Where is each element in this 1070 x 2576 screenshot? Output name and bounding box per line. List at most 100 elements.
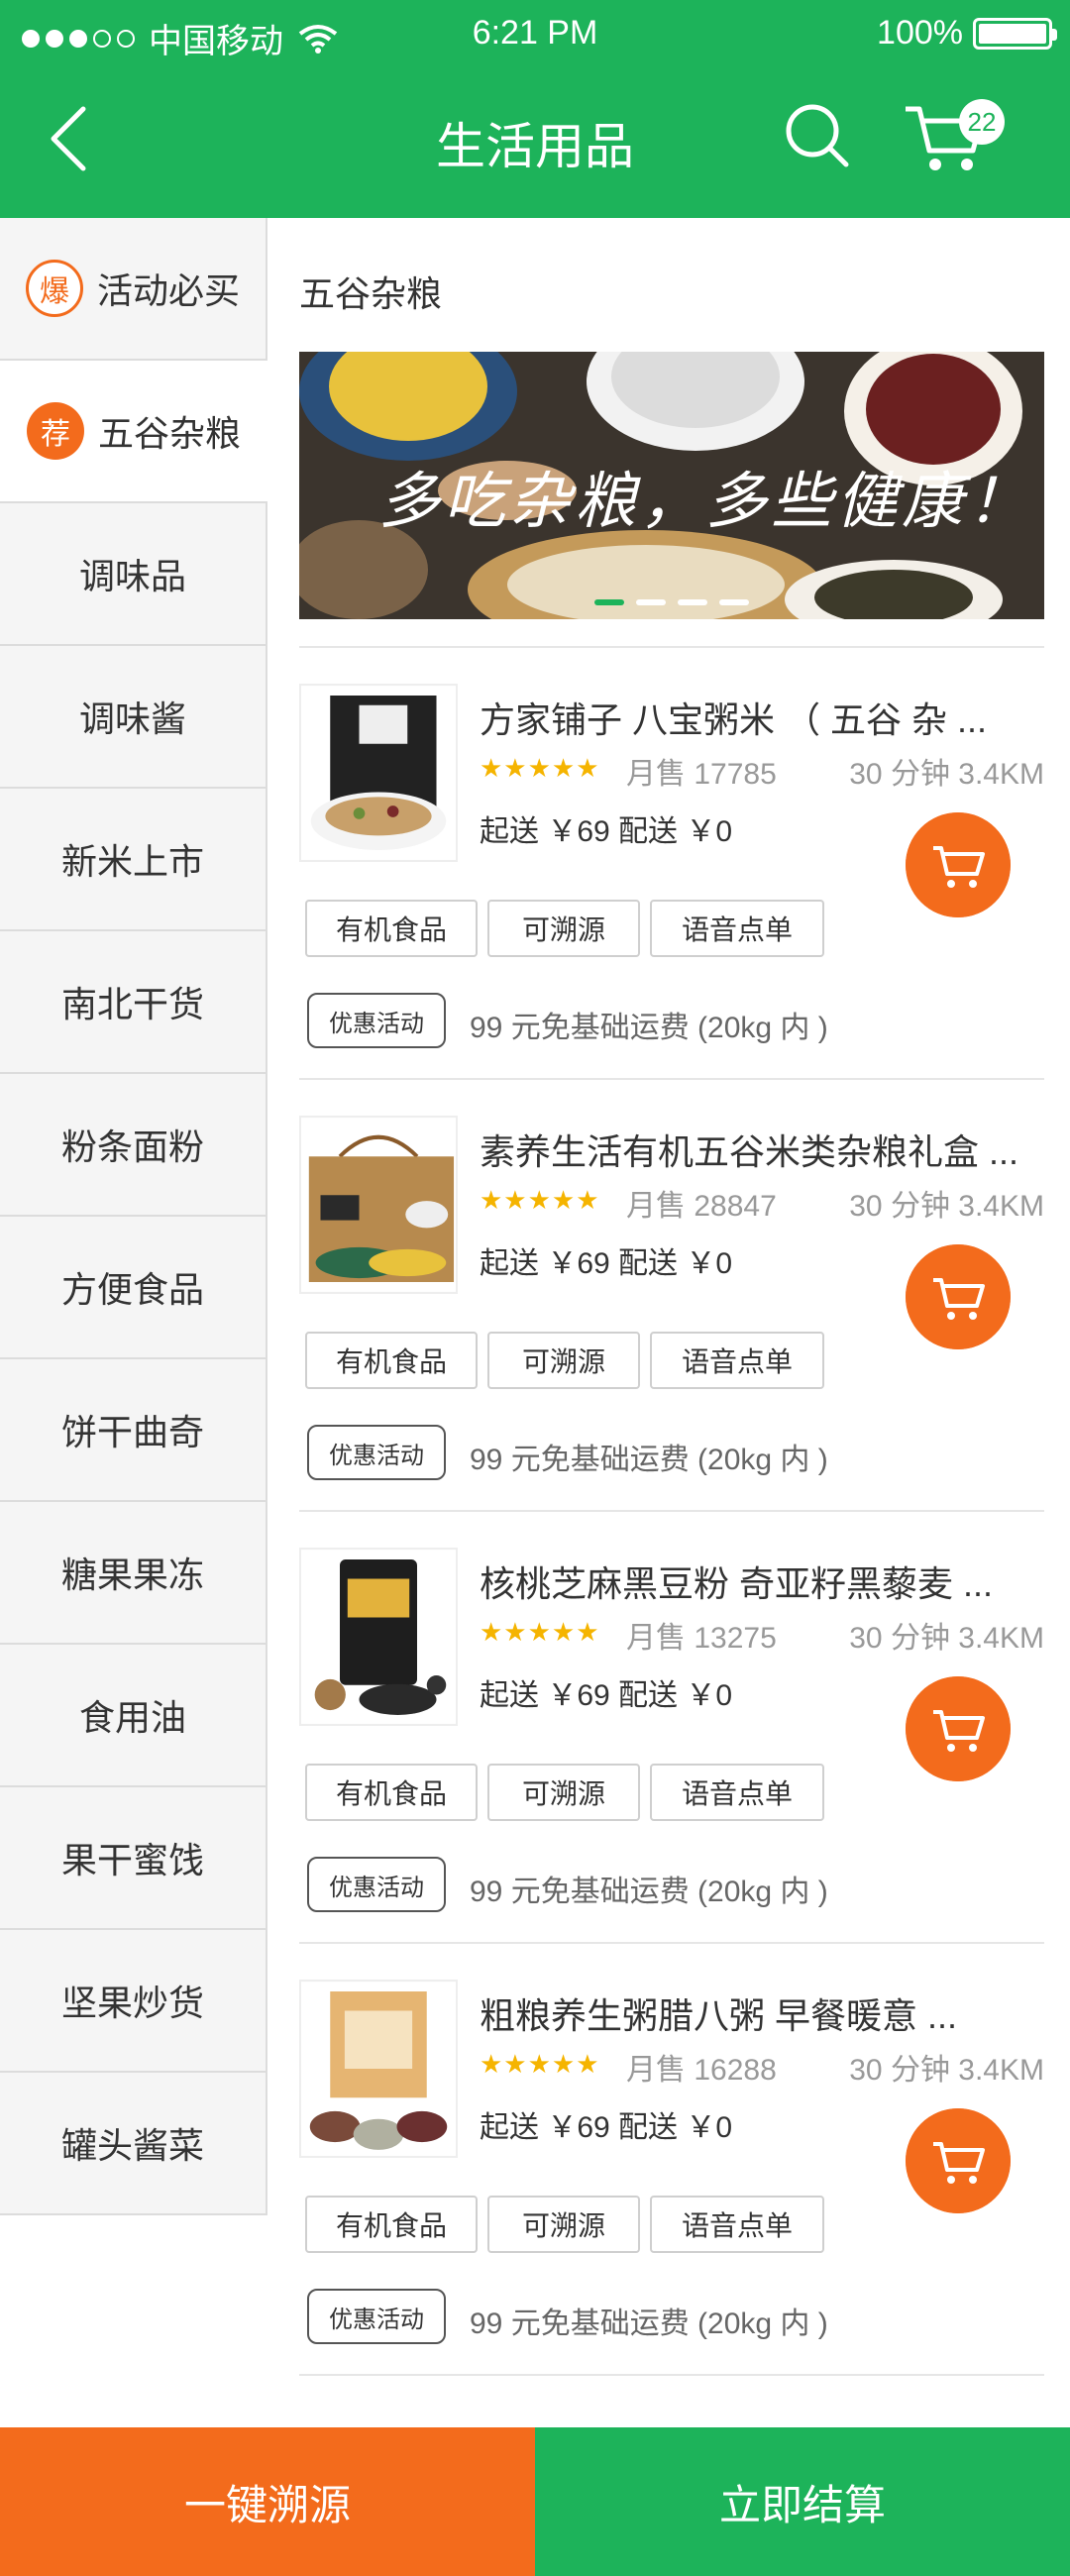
promo-label: 优惠活动 xyxy=(307,2289,446,2344)
delivery-distance: 30 分钟 3.4KM xyxy=(849,2054,1044,2087)
tag-voice-order[interactable]: 语音点单 xyxy=(650,900,824,957)
rating-stars: ★★★★★ xyxy=(480,2049,600,2079)
sidebar-item-seasoning[interactable]: 调味品 xyxy=(0,503,268,646)
monthly-sales: 月售 13275 xyxy=(626,1622,777,1655)
sidebar-item-cooking-oil[interactable]: 食用油 xyxy=(0,1645,268,1787)
tag-voice-order[interactable]: 语音点单 xyxy=(650,1764,824,1821)
sidebar-item-candy-jelly[interactable]: 糖果果冻 xyxy=(0,1502,268,1645)
product-tags: 有机食品 可溯源 语音点单 xyxy=(305,900,824,957)
monthly-sales: 月售 17785 xyxy=(626,758,777,791)
one-click-trace-button[interactable]: 一键溯源 xyxy=(0,2427,535,2576)
sidebar-item-label: 活动必买 xyxy=(96,270,240,311)
status-right: 100% xyxy=(877,14,1057,53)
tag-voice-order[interactable]: 语音点单 xyxy=(650,1332,824,1389)
rating-stars: ★★★★★ xyxy=(480,1185,600,1215)
delivery-distance: 30 分钟 3.4KM xyxy=(849,1190,1044,1223)
delivery-fee: 起送 ￥69 配送 ￥0 xyxy=(480,815,733,848)
delivery-distance: 30 分钟 3.4KM xyxy=(849,1622,1044,1655)
tag-organic[interactable]: 有机食品 xyxy=(305,2196,478,2253)
product-tags: 有机食品 可溯源 语音点单 xyxy=(305,2196,824,2253)
tag-organic[interactable]: 有机食品 xyxy=(305,1764,478,1821)
promo-banner[interactable]: 多吃杂粮，多些健康！ xyxy=(299,352,1044,619)
banner-slogan: 多吃杂粮，多些健康！ xyxy=(378,465,1033,537)
monthly-sales: 月售 28847 xyxy=(626,1190,777,1223)
promo-label: 优惠活动 xyxy=(307,1857,446,1912)
checkout-button[interactable]: 立即结算 xyxy=(535,2427,1070,2576)
monthly-sales: 月售 16288 xyxy=(626,2054,777,2087)
promo-label: 优惠活动 xyxy=(307,1425,446,1480)
category-sidebar: 爆 活动必买 荐 五谷杂粮 调味品 调味酱 新米上市 南北干货 粉条面粉 方便食… xyxy=(0,218,268,2215)
promo-text: 99 元免基础运费 (20kg 内 ) xyxy=(470,1444,828,1476)
sidebar-item-label: 粉条面粉 xyxy=(60,1127,204,1167)
sidebar-item-grains[interactable]: 荐 五谷杂粮 xyxy=(0,361,268,503)
tag-traceable[interactable]: 可溯源 xyxy=(487,2196,640,2253)
product-image xyxy=(299,1548,458,1726)
tag-traceable[interactable]: 可溯源 xyxy=(487,900,640,957)
sidebar-item-label: 南北干货 xyxy=(60,984,204,1024)
tag-organic[interactable]: 有机食品 xyxy=(305,1332,478,1389)
tag-traceable[interactable]: 可溯源 xyxy=(487,1332,640,1389)
add-to-cart-icon[interactable] xyxy=(906,1676,1011,1781)
sidebar-item-activity[interactable]: 爆 活动必买 xyxy=(0,218,268,361)
product-image xyxy=(299,1116,458,1294)
add-to-cart-icon[interactable] xyxy=(906,812,1011,917)
product-card[interactable]: 方家铺子 八宝粥米 （ 五谷 杂 ... ★★★★★ 月售 17785 30 分… xyxy=(299,646,1044,1078)
battery-percent: 100% xyxy=(877,14,963,52)
delivery-distance: 30 分钟 3.4KM xyxy=(849,758,1044,791)
promo-text: 99 元免基础运费 (20kg 内 ) xyxy=(470,2308,828,2340)
sidebar-item-label: 坚果炒货 xyxy=(60,1983,204,2023)
sidebar-item-canned-pickles[interactable]: 罐头酱菜 xyxy=(0,2073,268,2215)
delivery-fee: 起送 ￥69 配送 ￥0 xyxy=(480,2111,733,2144)
product-card[interactable]: 粗粮养生粥腊八粥 早餐暖意 ... ★★★★★ 月售 16288 30 分钟 3… xyxy=(299,1942,1044,2374)
section-title: 五谷杂粮 xyxy=(299,273,443,314)
sidebar-item-instant-food[interactable]: 方便食品 xyxy=(0,1217,268,1359)
battery-icon xyxy=(973,17,1057,50)
product-name[interactable]: 素养生活有机五谷米类杂粮礼盒 ... xyxy=(480,1124,1044,1175)
product-card[interactable]: 核桃芝麻黑豆粉 奇亚籽黑藜麦 ... ★★★★★ 月售 13275 30 分钟 … xyxy=(299,1510,1044,1942)
delivery-fee: 起送 ￥69 配送 ￥0 xyxy=(480,1679,733,1712)
rating-stars: ★★★★★ xyxy=(480,1617,600,1647)
sidebar-item-biscuits[interactable]: 饼干曲奇 xyxy=(0,1359,268,1502)
product-card[interactable]: 素养生活有机五谷米类杂粮礼盒 ... ★★★★★ 月售 28847 30 分钟 … xyxy=(299,1078,1044,1510)
navbar: 生活用品 22 xyxy=(0,79,1070,198)
list-divider xyxy=(299,2374,1044,2376)
sidebar-item-nuts[interactable]: 坚果炒货 xyxy=(0,1930,268,2073)
product-tags: 有机食品 可溯源 语音点单 xyxy=(305,1332,824,1389)
bottom-action-bar: 一键溯源 立即结算 xyxy=(0,2427,1070,2576)
sidebar-item-label: 饼干曲奇 xyxy=(60,1412,204,1452)
promo-label: 优惠活动 xyxy=(307,993,446,1048)
product-name[interactable]: 核桃芝麻黑豆粉 奇亚籽黑藜麦 ... xyxy=(480,1556,1044,1607)
product-image xyxy=(299,1980,458,2158)
tag-organic[interactable]: 有机食品 xyxy=(305,900,478,957)
rating-stars: ★★★★★ xyxy=(480,753,600,783)
sidebar-item-noodles-flour[interactable]: 粉条面粉 xyxy=(0,1074,268,1217)
product-name[interactable]: 方家铺子 八宝粥米 （ 五谷 杂 ... xyxy=(480,692,1044,743)
product-tags: 有机食品 可溯源 语音点单 xyxy=(305,1764,824,1821)
sidebar-item-label: 调味品 xyxy=(78,556,186,596)
cart-count-badge: 22 xyxy=(959,99,1005,145)
sidebar-item-label: 罐头酱菜 xyxy=(60,2125,204,2166)
sidebar-item-label: 五谷杂粮 xyxy=(97,413,241,454)
sidebar-item-label: 调味酱 xyxy=(78,698,186,739)
banner-pagination xyxy=(299,599,1044,605)
sidebar-item-sauce[interactable]: 调味酱 xyxy=(0,646,268,789)
search-icon[interactable] xyxy=(783,101,852,170)
add-to-cart-icon[interactable] xyxy=(906,2108,1011,2213)
promo-text: 99 元免基础运费 (20kg 内 ) xyxy=(470,1012,828,1044)
promo-text: 99 元免基础运费 (20kg 内 ) xyxy=(470,1876,828,1908)
delivery-fee: 起送 ￥69 配送 ￥0 xyxy=(480,1247,733,1280)
sidebar-item-new-rice[interactable]: 新米上市 xyxy=(0,789,268,931)
product-list: 方家铺子 八宝粥米 （ 五谷 杂 ... ★★★★★ 月售 17785 30 分… xyxy=(299,646,1044,2376)
sidebar-item-dried-goods[interactable]: 南北干货 xyxy=(0,931,268,1074)
sidebar-item-label: 糖果果冻 xyxy=(60,1555,204,1595)
tag-voice-order[interactable]: 语音点单 xyxy=(650,2196,824,2253)
tag-traceable[interactable]: 可溯源 xyxy=(487,1764,640,1821)
sidebar-item-label: 新米上市 xyxy=(60,841,204,882)
recommend-badge-icon: 荐 xyxy=(26,402,84,460)
sidebar-item-label: 果干蜜饯 xyxy=(60,1840,204,1880)
sidebar-item-dried-fruit[interactable]: 果干蜜饯 xyxy=(0,1787,268,1930)
product-name[interactable]: 粗粮养生粥腊八粥 早餐暖意 ... xyxy=(480,1987,1044,2039)
add-to-cart-icon[interactable] xyxy=(906,1244,1011,1349)
status-bar: 中国移动 6:21 PM 100% xyxy=(0,0,1070,69)
header: 中国移动 6:21 PM 100% 生活用品 22 xyxy=(0,0,1070,218)
